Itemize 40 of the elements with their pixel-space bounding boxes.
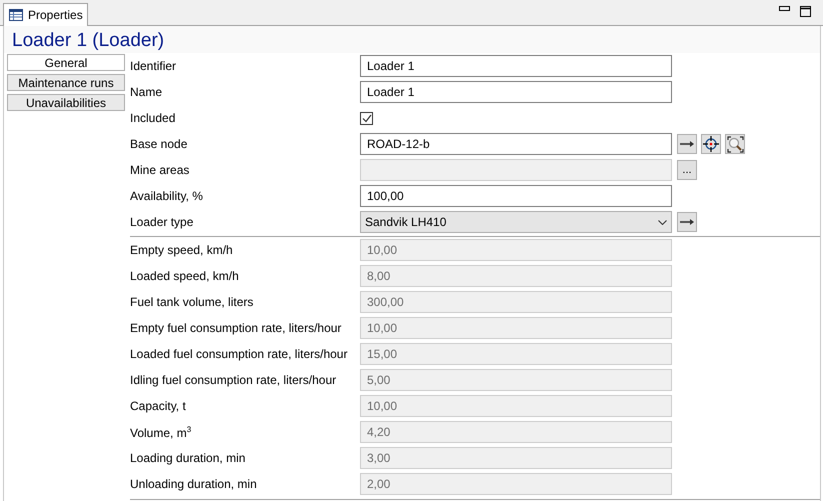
field-label: Empty speed, km/h (130, 243, 234, 257)
field-label: Base node (130, 137, 188, 151)
input-field[interactable]: Loader 1 (360, 55, 672, 77)
arrow-button[interactable] (677, 134, 697, 154)
field-label: Identifier (130, 59, 178, 73)
zoom-icon (726, 136, 744, 152)
arrow-icon (680, 219, 694, 225)
section-tab[interactable]: General (7, 54, 125, 71)
caret-icon (658, 220, 667, 224)
field-label: Name (130, 85, 164, 99)
section-tab[interactable]: Unavailabilities (7, 94, 125, 111)
field-label: Unloading duration, min (130, 477, 258, 491)
field-label: Mine areas (130, 163, 190, 177)
minimize-icon[interactable] (779, 6, 790, 11)
object-title: Loader 1 (Loader) (12, 29, 164, 53)
field-label: Loader type (130, 215, 194, 229)
field-label: Included (130, 111, 176, 125)
field-label: Capacity, t (130, 399, 187, 413)
maximize-icon[interactable] (800, 6, 811, 17)
section-tab[interactable]: Maintenance runs (7, 74, 125, 91)
field-label: Availability, % (130, 189, 204, 203)
input-field[interactable]: ROAD-12-b (360, 133, 672, 155)
crosshair-icon (703, 136, 719, 152)
field-label: Volume, m$^{3}$ (130, 424, 192, 440)
field-label: Idling fuel consumption rate, liters/hour (130, 373, 338, 387)
arrow-icon (680, 141, 694, 147)
table-icon (9, 9, 23, 21)
field-label: Loading duration, min (130, 451, 246, 465)
input-field[interactable]: Loader 1 (360, 81, 672, 103)
zoom-button[interactable] (725, 134, 745, 154)
field-label: Loaded speed, km/h (130, 269, 240, 283)
field-label: Empty fuel consumption rate, liters/hour (130, 321, 342, 335)
dropdown[interactable]: Sandvik LH410 (360, 211, 672, 233)
arrow-button[interactable] (677, 212, 697, 232)
field-label: Fuel tank volume, liters (130, 295, 254, 309)
checkbox[interactable] (360, 112, 373, 124)
properties-tab[interactable]: Properties (3, 3, 88, 26)
locate-button[interactable] (701, 134, 721, 154)
input-field[interactable]: 100,00 (360, 185, 672, 207)
field-label: Loaded fuel consumption rate, liters/hour (130, 347, 348, 361)
